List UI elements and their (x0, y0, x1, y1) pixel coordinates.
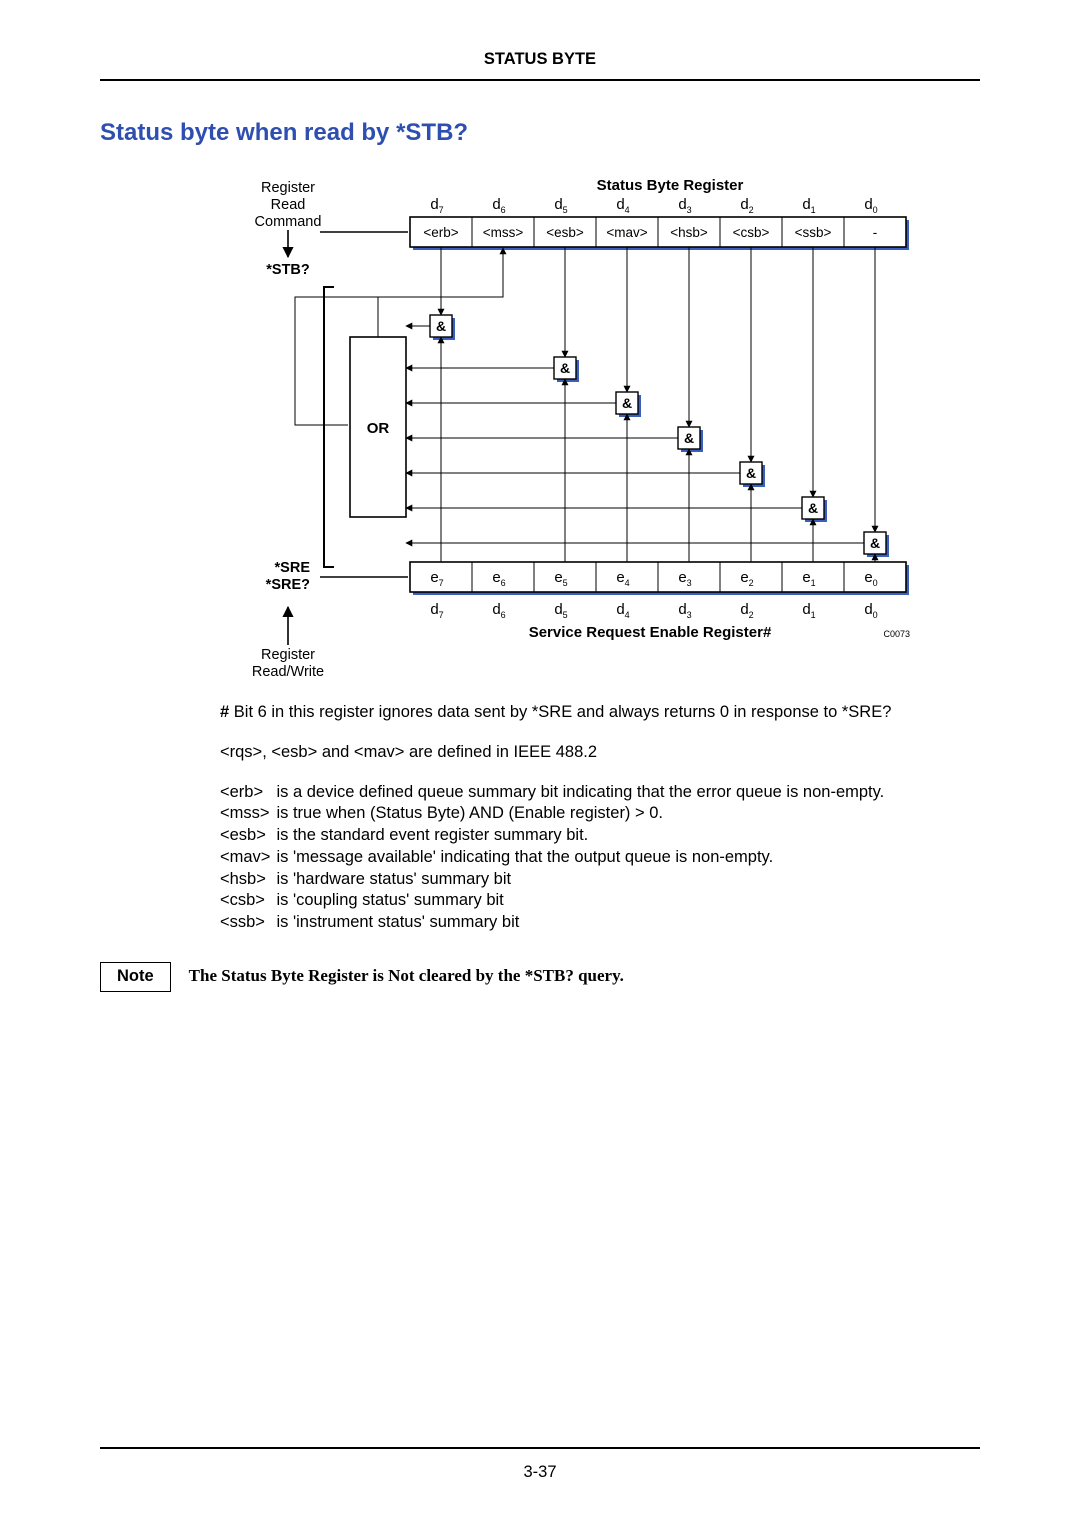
svg-text:d4: d4 (616, 601, 629, 620)
def-text: is 'hardware status' summary bit (276, 869, 890, 891)
svg-text:d6: d6 (492, 601, 505, 620)
svg-text:d3: d3 (678, 601, 691, 620)
def-row: <csb>is 'coupling status' summary bit (220, 890, 890, 912)
svg-text:&: & (560, 360, 570, 376)
def-row: <mav>is 'message available' indicating t… (220, 847, 890, 869)
diagram-code: C0073 (883, 629, 910, 639)
svg-text:d2: d2 (740, 196, 753, 215)
svg-text:&: & (746, 465, 756, 481)
header-rule (100, 79, 980, 81)
svg-text:d5: d5 (554, 196, 567, 215)
svg-text:&: & (870, 535, 880, 551)
def-text: is the standard event register summary b… (276, 825, 890, 847)
svg-text:Command: Command (255, 214, 322, 230)
def-tag: <hsb> (220, 869, 276, 891)
note-text: The Status Byte Register is Not cleared … (189, 962, 624, 986)
svg-text:d1: d1 (802, 601, 815, 620)
svg-text:Register: Register (261, 647, 315, 663)
def-text: is true when (Status Byte) AND (Enable r… (276, 803, 890, 825)
svg-text:&: & (622, 395, 632, 411)
svg-text:d3: d3 (678, 196, 691, 215)
status-byte-diagram: Register Read Command *STB? Status Byte … (150, 167, 930, 682)
reg-read-cmd-label: Register (261, 180, 315, 196)
section-title: Status byte when read by *STB? (100, 119, 980, 147)
svg-text:<mav>: <mav> (606, 225, 647, 240)
def-row: <hsb>is 'hardware status' summary bit (220, 869, 890, 891)
svg-text:<mss>: <mss> (483, 225, 524, 240)
def-text: is 'message available' indicating that t… (276, 847, 890, 869)
svg-text:d4: d4 (616, 196, 629, 215)
svg-text:&: & (808, 500, 818, 516)
svg-text:d6: d6 (492, 196, 505, 215)
svg-text:&: & (684, 430, 694, 446)
def-tag: <ssb> (220, 912, 276, 934)
svg-text:<csb>: <csb> (733, 225, 770, 240)
svg-text:*SRE?: *SRE? (266, 577, 310, 593)
svg-text:d1: d1 (802, 196, 815, 215)
def-tag: <erb> (220, 782, 276, 804)
def-row: <mss>is true when (Status Byte) AND (Ena… (220, 803, 890, 825)
svg-text:d0: d0 (864, 196, 877, 215)
page-header: STATUS BYTE (100, 50, 980, 79)
def-tag: <esb> (220, 825, 276, 847)
sre-label: *SRE (275, 560, 311, 576)
def-tag: <mss> (220, 803, 276, 825)
svg-text:Read/Write: Read/Write (252, 664, 324, 680)
svg-text:&: & (436, 318, 446, 334)
svg-text:<ssb>: <ssb> (795, 225, 832, 240)
def-tag: <csb> (220, 890, 276, 912)
svg-text:<erb>: <erb> (423, 225, 458, 240)
or-gate: OR (367, 420, 390, 437)
page-footer: 3-37 (100, 1447, 980, 1482)
hash-note: # Bit 6 in this register ignores data se… (220, 702, 960, 724)
ieee-note: <rqs>, <esb> and <mav> are defined in IE… (220, 742, 960, 764)
def-row: <ssb>is 'instrument status' summary bit (220, 912, 890, 934)
page-number: 3-37 (523, 1463, 556, 1481)
note-label-box: Note (100, 962, 171, 992)
svg-text:<hsb>: <hsb> (670, 225, 708, 240)
def-text: is 'coupling status' summary bit (276, 890, 890, 912)
svg-text:<esb>: <esb> (546, 225, 584, 240)
svg-text:d0: d0 (864, 601, 877, 620)
def-row: <erb>is a device defined queue summary b… (220, 782, 890, 804)
svg-text:d7: d7 (430, 196, 443, 215)
svg-text:d2: d2 (740, 601, 753, 620)
diagram-container: Register Read Command *STB? Status Byte … (100, 167, 980, 682)
def-row: <esb>is the standard event register summ… (220, 825, 890, 847)
svg-text:d7: d7 (430, 601, 443, 620)
def-text: is a device defined queue summary bit in… (276, 782, 890, 804)
stb-label: *STB? (266, 262, 310, 278)
svg-text:d5: d5 (554, 601, 567, 620)
svg-text:Read: Read (271, 197, 306, 213)
svg-text:Commands: Commands (251, 681, 325, 682)
service-request-enable-register-title: Service Request Enable Register# (529, 624, 772, 641)
status-byte-register-title: Status Byte Register (597, 177, 744, 194)
svg-text:-: - (873, 225, 878, 240)
note-callout: Note The Status Byte Register is Not cle… (100, 962, 980, 992)
def-tag: <mav> (220, 847, 276, 869)
def-text: is 'instrument status' summary bit (276, 912, 890, 934)
bit-definitions: <erb>is a device defined queue summary b… (220, 782, 890, 934)
